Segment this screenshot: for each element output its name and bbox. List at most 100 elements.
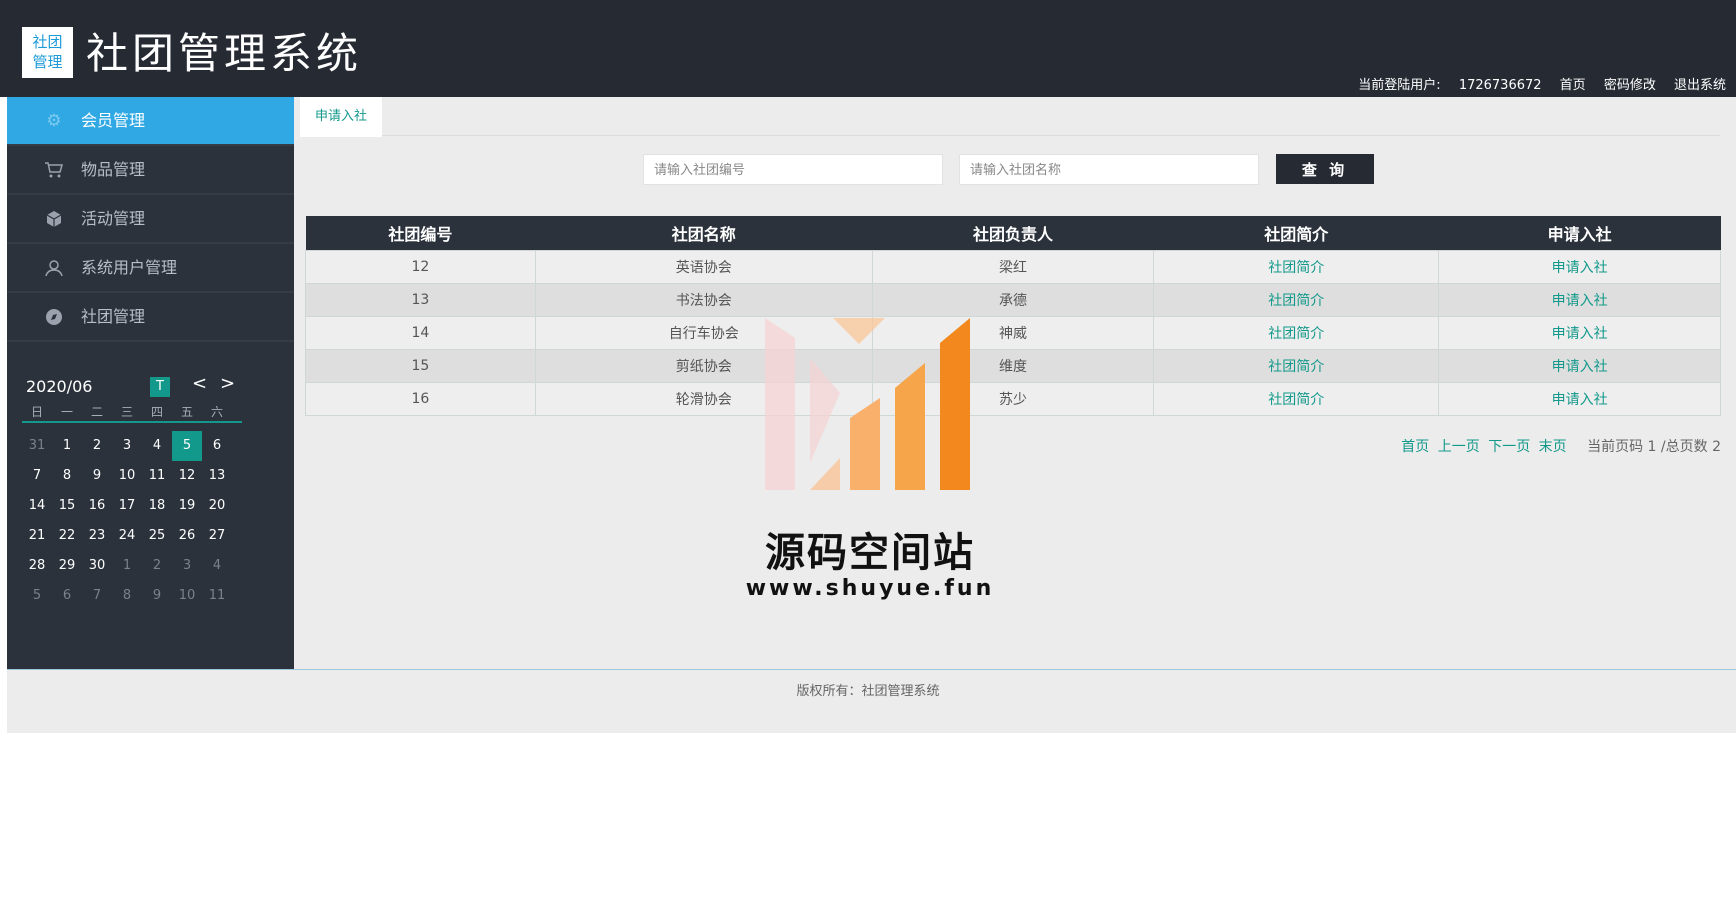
cell-club-name: 书法协会 [534,282,873,317]
table-row: 16 轮滑协会 苏少 社团简介 申请入社 [305,381,1721,416]
calendar-day[interactable]: 1 [112,551,142,581]
sidebar-item-system-user-management[interactable]: 系统用户管理 [7,244,294,293]
calendar-day[interactable]: 30 [82,551,112,581]
table-row: 15 剪纸协会 维度 社团简介 申请入社 [305,348,1721,383]
change-password-link[interactable]: 密码修改 [1604,78,1656,93]
club-intro-link[interactable]: 社团简介 [1153,381,1440,416]
calendar-day[interactable]: 2 [142,551,172,581]
calendar-day[interactable]: 1 [52,431,82,461]
apply-join-link[interactable]: 申请入社 [1438,249,1721,284]
table-row: 14 自行车协会 神威 社团简介 申请入社 [305,315,1721,350]
pager-first-link[interactable]: 首页 [1401,439,1429,455]
calendar-day[interactable]: 9 [82,461,112,491]
weekday-label: 四 [150,405,163,419]
calendar-day[interactable]: 11 [202,581,232,611]
logout-link[interactable]: 退出系统 [1674,78,1726,93]
apply-join-link[interactable]: 申请入社 [1438,315,1721,350]
calendar-day[interactable]: 3 [112,431,142,461]
calendar-day[interactable]: 6 [202,431,232,461]
club-intro-link[interactable]: 社团简介 [1153,249,1440,284]
calendar-day[interactable]: 8 [52,461,82,491]
calendar-days: 31 1 2 3 4 5 6 7 8 9 10 11 12 13 14 15 16 17 18 19 20 21 22 23 2… [22,431,232,611]
calendar-day[interactable]: 20 [202,491,232,521]
calendar-day[interactable]: 17 [112,491,142,521]
apply-join-link[interactable]: 申请入社 [1438,348,1721,383]
tab-apply-join[interactable]: 申请入社 [300,97,383,137]
cell-club-code: 15 [305,348,536,383]
calendar-day[interactable]: 24 [112,521,142,551]
calendar-day[interactable]: 28 [22,551,52,581]
club-intro-link[interactable]: 社团简介 [1153,348,1440,383]
sidebar-item-club-management[interactable]: 社团管理 [7,293,294,342]
calendar-next-button[interactable]: > [220,373,235,394]
calendar-day[interactable]: 3 [172,551,202,581]
calendar-day[interactable]: 7 [22,461,52,491]
calendar-day[interactable]: 8 [112,581,142,611]
calendar-day-selected[interactable]: 5 [172,431,202,461]
calendar-day[interactable]: 12 [172,461,202,491]
calendar-day[interactable]: 4 [142,431,172,461]
calendar-day[interactable]: 6 [52,581,82,611]
sidebar-item-label: 活动管理 [81,209,146,228]
sidebar-item-activity-management[interactable]: 活动管理 [7,195,294,244]
calendar-day[interactable]: 11 [142,461,172,491]
calendar-day[interactable]: 23 [82,521,112,551]
cell-club-code: 14 [305,315,536,350]
cube-icon [44,209,64,229]
pager-prev-link[interactable]: 上一页 [1438,439,1480,455]
calendar-day[interactable]: 25 [142,521,172,551]
calendar-day[interactable]: 26 [172,521,202,551]
app-logo: 社团 管理 [22,27,73,78]
club-intro-link[interactable]: 社团简介 [1153,282,1440,317]
calendar-day[interactable]: 9 [142,581,172,611]
logo-text-line-2: 管理 [32,53,63,71]
calendar-day[interactable]: 31 [22,431,52,461]
calendar-day[interactable]: 10 [172,581,202,611]
sidebar-item-label: 物品管理 [81,160,146,179]
table-row: 13 书法协会 承德 社团简介 申请入社 [305,282,1721,317]
calendar-day[interactable]: 19 [172,491,202,521]
calendar-day[interactable]: 10 [112,461,142,491]
calendar-header: 2020/06 T < > [22,369,242,403]
weekday-label: 六 [210,405,223,419]
current-user-id: 1726736672 [1458,78,1542,93]
club-intro-link[interactable]: 社团简介 [1153,315,1440,350]
watermark-url: www.shuyue.fun [745,576,995,601]
calendar-day[interactable]: 22 [52,521,82,551]
compass-icon [44,307,64,327]
calendar-day[interactable]: 2 [82,431,112,461]
calendar-day[interactable]: 16 [82,491,112,521]
calendar-day[interactable]: 14 [22,491,52,521]
sidebar: ⚙ 会员管理 物品管理 活动管理 系统用户管理 社团管理 2020/06 T <… [7,97,294,669]
cell-club-name: 英语协会 [534,249,873,284]
table-row: 12 英语协会 梁红 社团简介 申请入社 [305,249,1721,284]
calendar-prev-button[interactable]: < [192,373,207,394]
calendar-day[interactable]: 5 [22,581,52,611]
apply-join-link[interactable]: 申请入社 [1438,282,1721,317]
calendar-day[interactable]: 4 [202,551,232,581]
pager-next-link[interactable]: 下一页 [1488,439,1530,455]
calendar-day[interactable]: 27 [202,521,232,551]
query-button[interactable]: 查 询 [1276,154,1374,184]
footer-divider [7,669,1736,670]
apply-join-link[interactable]: 申请入社 [1438,381,1721,416]
weekday-label: 一 [60,405,73,419]
app-title: 社团管理系统 [86,29,363,78]
weekday-label: 二 [90,405,103,419]
calendar-day[interactable]: 21 [22,521,52,551]
sidebar-item-item-management[interactable]: 物品管理 [7,146,294,195]
home-link[interactable]: 首页 [1560,78,1586,93]
calendar-day[interactable]: 7 [82,581,112,611]
calendar-day[interactable]: 13 [202,461,232,491]
calendar-day[interactable]: 18 [142,491,172,521]
calendar-day[interactable]: 15 [52,491,82,521]
club-name-search-input[interactable] [959,154,1259,185]
pager-last-link[interactable]: 末页 [1539,439,1567,455]
club-table: 社团编号 社团名称 社团负责人 社团简介 申请入社 12 英语协会 梁红 社团简介 申请… [305,216,1721,416]
club-code-search-input[interactable] [643,154,943,185]
watermark-logo [765,318,970,490]
sidebar-item-member-management[interactable]: ⚙ 会员管理 [7,97,294,146]
calendar-today-button[interactable]: T [150,377,170,397]
calendar-day[interactable]: 29 [52,551,82,581]
sidebar-item-label: 系统用户管理 [81,258,178,277]
